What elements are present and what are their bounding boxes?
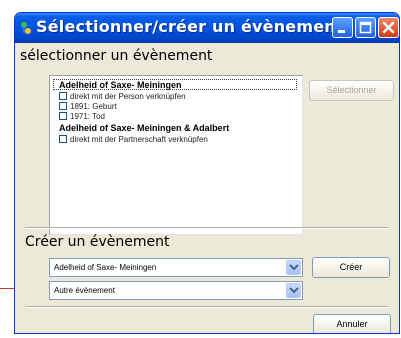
app-icon	[21, 22, 31, 34]
footer-divider	[25, 306, 389, 308]
chevron-down-icon	[289, 264, 299, 271]
checkbox[interactable]	[59, 102, 67, 110]
create-button[interactable]: Créer	[312, 257, 390, 278]
event-listbox[interactable]: Adelheid of Saxe- Meiningen direkt mit d…	[49, 75, 303, 235]
list-item[interactable]: 1971: Tod	[59, 112, 105, 121]
list-item-label: direkt mit der Person verknüpfen	[70, 92, 186, 101]
select-button[interactable]: Sélectionner	[309, 80, 394, 101]
list-item-label: 1971: Tod	[70, 112, 105, 121]
close-icon	[382, 21, 395, 34]
event-type-combobox[interactable]: Autre évènement	[49, 281, 303, 300]
close-button[interactable]	[378, 17, 399, 38]
dropdown-button[interactable]	[286, 260, 301, 275]
checkbox[interactable]	[59, 92, 67, 100]
list-group-header[interactable]: Adelheid of Saxe- Meiningen & Adalbert	[59, 123, 229, 133]
checkbox[interactable]	[59, 135, 67, 143]
chevron-down-icon	[289, 287, 299, 294]
person-combobox-value: Adelheid of Saxe- Meiningen	[54, 263, 157, 272]
list-item[interactable]: direkt mit der Person verknüpfen	[59, 92, 186, 101]
external-red-line	[0, 288, 14, 289]
minimize-button[interactable]	[332, 17, 353, 38]
maximize-icon	[359, 21, 372, 34]
list-item[interactable]: 1891: Geburt	[59, 102, 117, 111]
minimize-icon	[338, 30, 345, 33]
event-type-combobox-value: Autre évènement	[54, 286, 115, 295]
dropdown-button[interactable]	[286, 283, 301, 298]
dialog-window: Sélectionner/créer un évènement sélectio…	[14, 12, 400, 334]
section-divider	[25, 227, 389, 229]
person-combobox[interactable]: Adelheid of Saxe- Meiningen	[49, 258, 303, 277]
list-item[interactable]: direkt mit der Partnerschaft verknüpfen	[59, 135, 208, 144]
list-group-header[interactable]: Adelheid of Saxe- Meiningen	[53, 79, 297, 90]
cancel-button[interactable]: Annuler	[313, 314, 391, 333]
window-title: Sélectionner/créer un évènement	[36, 17, 344, 36]
list-item-label: direkt mit der Partnerschaft verknüpfen	[70, 135, 208, 144]
select-section-heading: sélectionner un évènement	[20, 48, 213, 64]
checkbox[interactable]	[59, 112, 67, 120]
list-item-label: 1891: Geburt	[70, 102, 117, 111]
maximize-button[interactable]	[355, 17, 376, 38]
create-section-heading: Créer un évènement	[25, 234, 170, 250]
title-bar[interactable]: Sélectionner/créer un évènement	[15, 13, 399, 43]
